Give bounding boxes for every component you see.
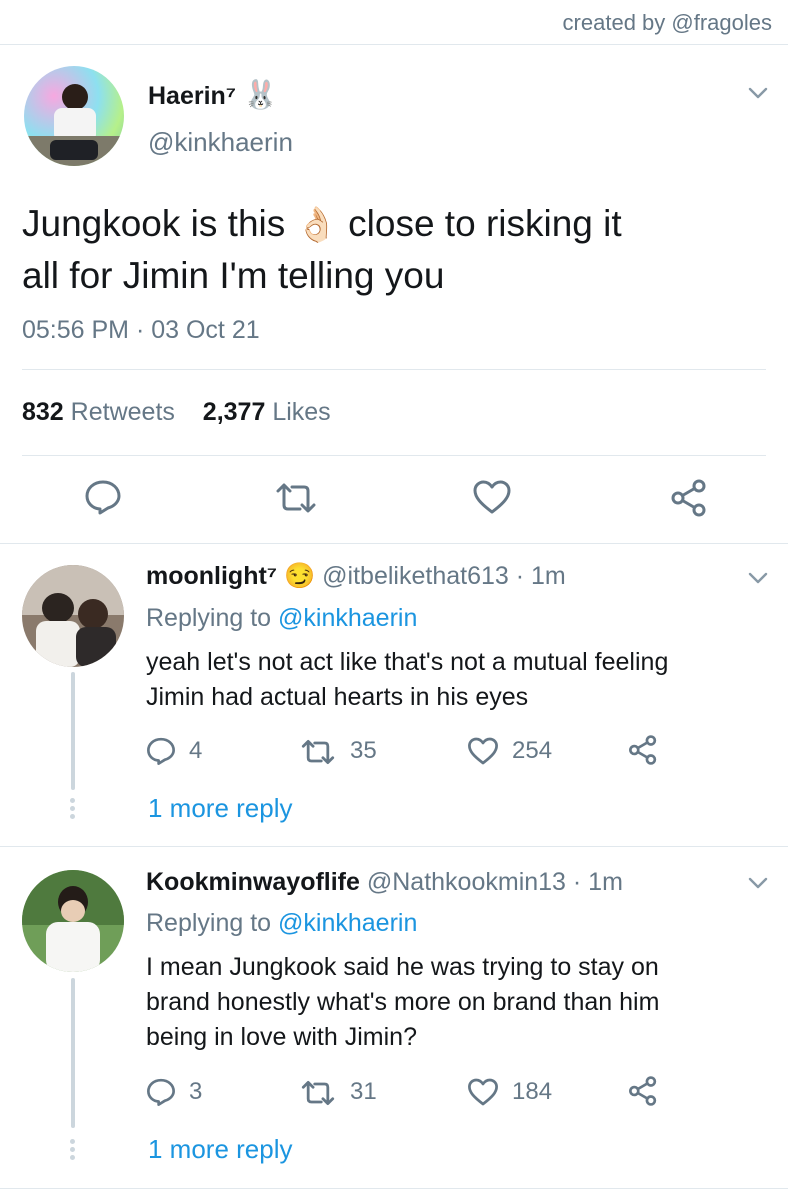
handle-time[interactable]: @itbelikethat613 · 1m — [322, 562, 566, 590]
timestamp[interactable]: 05:56 PM · 03 Oct 21 — [22, 316, 260, 345]
like-count: 254 — [512, 737, 553, 764]
reply-count: 3 — [189, 1078, 203, 1105]
reply-icon[interactable] — [146, 736, 176, 766]
more-replies-link[interactable]: 1 more reply — [148, 1134, 293, 1165]
avatar[interactable] — [24, 66, 124, 166]
share-icon[interactable] — [670, 479, 708, 517]
avatar[interactable] — [22, 565, 124, 667]
replying-to-handle[interactable]: @kinkhaerin — [278, 604, 417, 632]
more-replies-link[interactable]: 1 more reply — [148, 793, 293, 824]
reply-text-line: brand honestly what's more on brand than… — [146, 988, 660, 1016]
divider — [0, 44, 788, 45]
likes-count[interactable]: 2,377 — [203, 398, 266, 426]
reply-text-line: I mean Jungkook said he was trying to st… — [146, 953, 659, 981]
chevron-down-icon[interactable] — [748, 571, 768, 585]
reply-header: moonlight⁷ 😏 @itbelikethat613 · 1m — [146, 562, 566, 591]
chevron-down-icon[interactable] — [748, 876, 768, 890]
display-name[interactable]: moonlight⁷ — [146, 562, 277, 590]
reply-text-line: Jimin had actual hearts in his eyes — [146, 683, 529, 711]
reply-text-line: yeah let's not act like that's not a mut… — [146, 648, 669, 676]
reply-icon[interactable] — [146, 1077, 176, 1107]
like-heart-icon[interactable] — [467, 1077, 499, 1107]
tweet-text-line-1: Jungkook is this 👌🏻 close to risking it — [22, 203, 622, 244]
reply-text-line: being in love with Jimin? — [146, 1023, 417, 1051]
tweet-stats: 832 Retweets 2,377 Likes — [22, 398, 331, 427]
divider — [0, 543, 788, 544]
like-count: 184 — [512, 1078, 553, 1105]
retweet-count: 31 — [350, 1078, 377, 1105]
reply-count: 4 — [189, 737, 203, 764]
share-icon[interactable] — [628, 735, 658, 765]
thread-line — [71, 672, 75, 790]
divider — [0, 1188, 788, 1189]
rabbit-emoji: 🐰 — [243, 79, 278, 110]
divider — [0, 846, 788, 847]
reply-header: Kookminwayoflife @Nathkookmin13 · 1m — [146, 868, 623, 897]
like-heart-icon[interactable] — [467, 736, 499, 766]
retweets-label[interactable]: Retweets — [71, 398, 175, 426]
chevron-down-icon[interactable] — [748, 86, 768, 100]
handle-time[interactable]: @Nathkookmin13 · 1m — [367, 868, 623, 896]
like-heart-icon[interactable] — [472, 479, 512, 515]
reply-text: yeah let's not act like that's not a mut… — [146, 645, 668, 715]
divider — [22, 369, 766, 370]
smirk-emoji: 😏 — [284, 562, 316, 590]
display-name[interactable]: Haerin⁷ — [148, 82, 236, 111]
tweet-text-line-2: all for Jimin I'm telling you — [22, 255, 445, 296]
credit-text: created by @fragoles — [562, 10, 772, 35]
reply-text: I mean Jungkook said he was trying to st… — [146, 950, 659, 1055]
retweet-icon[interactable] — [300, 738, 336, 766]
retweet-count: 35 — [350, 737, 377, 764]
retweet-icon[interactable] — [274, 481, 318, 515]
retweets-count[interactable]: 832 — [22, 398, 64, 426]
replying-to: Replying to @kinkhaerin — [146, 909, 418, 937]
avatar[interactable] — [22, 870, 124, 972]
retweet-icon[interactable] — [300, 1079, 336, 1107]
thread-dots — [70, 1136, 75, 1163]
replying-to-handle[interactable]: @kinkhaerin — [278, 909, 417, 937]
ok-hand-emoji: 👌🏻 — [295, 206, 338, 244]
divider — [22, 455, 766, 456]
replying-to: Replying to @kinkhaerin — [146, 604, 418, 632]
thread-dots — [70, 795, 75, 822]
share-icon[interactable] — [628, 1076, 658, 1106]
handle[interactable]: @kinkhaerin — [148, 127, 293, 158]
likes-label[interactable]: Likes — [272, 398, 330, 426]
display-name[interactable]: Kookminwayoflife — [146, 868, 360, 896]
thread-line — [71, 978, 75, 1128]
reply-icon[interactable] — [84, 479, 122, 515]
